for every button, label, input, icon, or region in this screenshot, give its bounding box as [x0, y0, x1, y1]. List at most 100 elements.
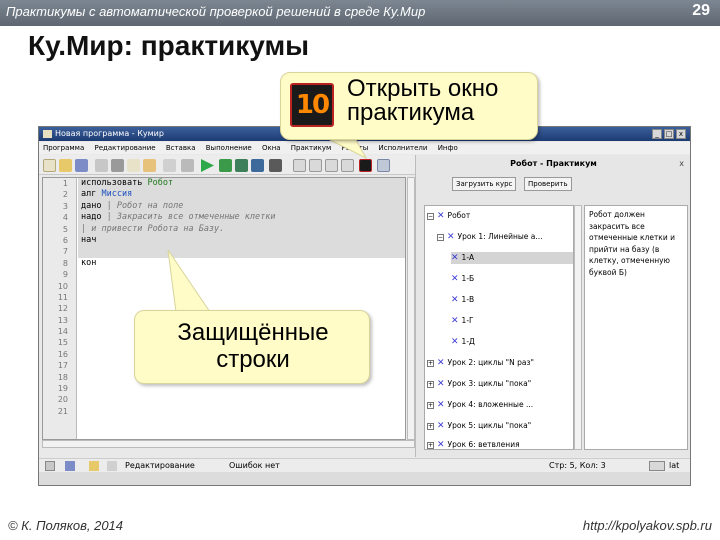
tree-item[interactable]: ✕ 1-В: [451, 294, 474, 306]
menu-insert[interactable]: Вставка: [162, 142, 200, 154]
undo2-icon[interactable]: [181, 159, 194, 172]
window-bottom-strip: [39, 472, 690, 485]
load-course-button[interactable]: Загрузить курс: [452, 177, 517, 191]
cut-icon[interactable]: [111, 159, 124, 172]
tree-item[interactable]: + ✕ Урок 5: циклы "пока": [427, 420, 531, 432]
course-tree[interactable]: − ✕ Робот − ✕ Урок 1: Линейные а... ✕ 1-А ✕ 1-…: [424, 205, 574, 450]
protected-line-2: строки: [216, 346, 290, 373]
code-comment: | Закрасить все отмеченные клетки: [106, 212, 276, 223]
slide-title: Ку.Мир: практикумы: [28, 30, 310, 61]
check-button[interactable]: Проверить: [524, 177, 572, 191]
tree-item[interactable]: + ✕ Урок 2: циклы "N раз": [427, 357, 534, 369]
tree-item[interactable]: + ✕ Урок 6: ветвления: [427, 439, 520, 449]
paste-icon[interactable]: [143, 159, 156, 172]
collapse-icon[interactable]: −: [437, 234, 444, 241]
code-line-2: алг Миссия: [81, 189, 276, 200]
code-line-8: кон: [81, 258, 276, 269]
tree-item[interactable]: ✕ 1-Г: [451, 315, 474, 327]
practicum-pane: Робот - Практикум x Загрузить курс Прове…: [415, 155, 690, 457]
expand-icon[interactable]: +: [427, 423, 434, 430]
save-file-icon[interactable]: [75, 159, 88, 172]
menu-edit[interactable]: Редактирование: [91, 142, 160, 154]
line-number: 16: [57, 349, 68, 359]
tree-item[interactable]: − ✕ Урок 1: Линейные а...: [437, 231, 543, 243]
menu-robots[interactable]: Роботы: [338, 142, 373, 154]
tree-item[interactable]: ✕ 1-Д: [451, 336, 475, 348]
window-4-icon[interactable]: [341, 159, 354, 172]
code-comment: | и привести Робота на Базу.: [81, 223, 225, 234]
output-panel-icon[interactable]: [45, 461, 55, 471]
menu-practicum[interactable]: Практикум: [287, 142, 336, 154]
app-icon: [43, 130, 52, 138]
open-file-icon[interactable]: [59, 159, 72, 172]
keyboard-icon: [649, 461, 665, 471]
tree-item[interactable]: − ✕ Робот: [427, 210, 470, 222]
robot-icon[interactable]: [377, 159, 390, 172]
task-x-icon: ✕: [437, 358, 445, 368]
line-number: 9: [62, 270, 68, 280]
code-line-4: надо | Закрасить все отмеченные клетки: [81, 212, 276, 223]
redo-icon[interactable]: [163, 159, 176, 172]
window-2-icon[interactable]: [309, 159, 322, 172]
editor-horizontal-scrollbar[interactable]: [42, 440, 415, 448]
line-number: 21: [57, 406, 68, 416]
tree-item-label: 1-Б: [461, 274, 475, 283]
expand-icon[interactable]: +: [427, 402, 434, 409]
run-icon[interactable]: [201, 159, 214, 172]
step-run-icon[interactable]: [219, 159, 232, 172]
window-1-icon[interactable]: [293, 159, 306, 172]
edit-icon[interactable]: [107, 461, 117, 471]
code-line-1: использовать Робот: [81, 178, 276, 189]
collapse-icon[interactable]: −: [427, 213, 434, 220]
expand-icon[interactable]: +: [427, 360, 434, 367]
code-keyword: дано: [81, 200, 102, 211]
menu-windows[interactable]: Окна: [258, 142, 285, 154]
tree-scrollbar[interactable]: [574, 205, 582, 450]
undo-icon[interactable]: [95, 159, 108, 172]
tree-item-label: Урок 1: Линейные а...: [457, 232, 543, 241]
step-over-icon[interactable]: [251, 159, 264, 172]
tree-item[interactable]: ✕ 1-Б: [451, 273, 474, 285]
status-bar: Редактирование Ошибок нет Стр: 5, Кол: 3…: [39, 458, 690, 472]
tree-item-label: Урок 3: циклы "пока": [447, 379, 532, 388]
stop-icon[interactable]: [269, 159, 282, 172]
window-3-icon[interactable]: [325, 159, 338, 172]
expand-icon[interactable]: +: [427, 442, 434, 449]
save-status-icon[interactable]: [65, 461, 75, 471]
line-number: 5: [62, 224, 68, 234]
footer-url[interactable]: http://kpolyakov.spb.ru: [583, 518, 712, 533]
menu-info[interactable]: Инфо: [434, 142, 462, 154]
tree-item-selected[interactable]: ✕ 1-А: [451, 252, 573, 264]
line-number: 14: [57, 327, 68, 337]
maximize-button[interactable]: □: [664, 129, 674, 139]
minimize-button[interactable]: _: [652, 129, 662, 139]
line-number: 2: [62, 190, 68, 200]
menu-run[interactable]: Выполнение: [202, 142, 256, 154]
copy-icon[interactable]: [127, 159, 140, 172]
pane-close-icon[interactable]: x: [679, 159, 684, 168]
new-file-icon[interactable]: [43, 159, 56, 172]
menu-performers[interactable]: Исполнители: [375, 142, 432, 154]
menu-program[interactable]: Программа: [39, 142, 88, 154]
step-into-icon[interactable]: [235, 159, 248, 172]
line-number: 17: [57, 361, 68, 371]
slide: Практикумы с автоматической проверкой ре…: [0, 0, 720, 540]
close-button[interactable]: x: [676, 129, 686, 139]
line-number: 18: [57, 372, 68, 382]
code-comment: | Робот на поле: [106, 200, 184, 211]
expand-icon[interactable]: +: [427, 381, 434, 388]
code-keyword: использовать: [81, 178, 143, 188]
line-number: 12: [57, 304, 68, 314]
code-editor[interactable]: 1 2 3 4 5 6 7 8 9 10 11 12 13 14 15 16 1…: [42, 177, 406, 440]
folder-icon[interactable]: [89, 461, 99, 471]
editor-vertical-scrollbar[interactable]: [407, 177, 415, 440]
line-number: 1: [62, 179, 68, 188]
practicum-icon[interactable]: [359, 159, 372, 172]
line-number: 6: [62, 235, 68, 245]
open-window-line-2: практикума: [347, 99, 475, 126]
tree-item[interactable]: + ✕ Урок 4: вложенные ...: [427, 399, 533, 411]
tree-item[interactable]: + ✕ Урок 3: циклы "пока": [427, 378, 531, 390]
task-x-icon: ✕: [437, 211, 445, 221]
protected-line-1: Защищённые: [177, 319, 329, 346]
